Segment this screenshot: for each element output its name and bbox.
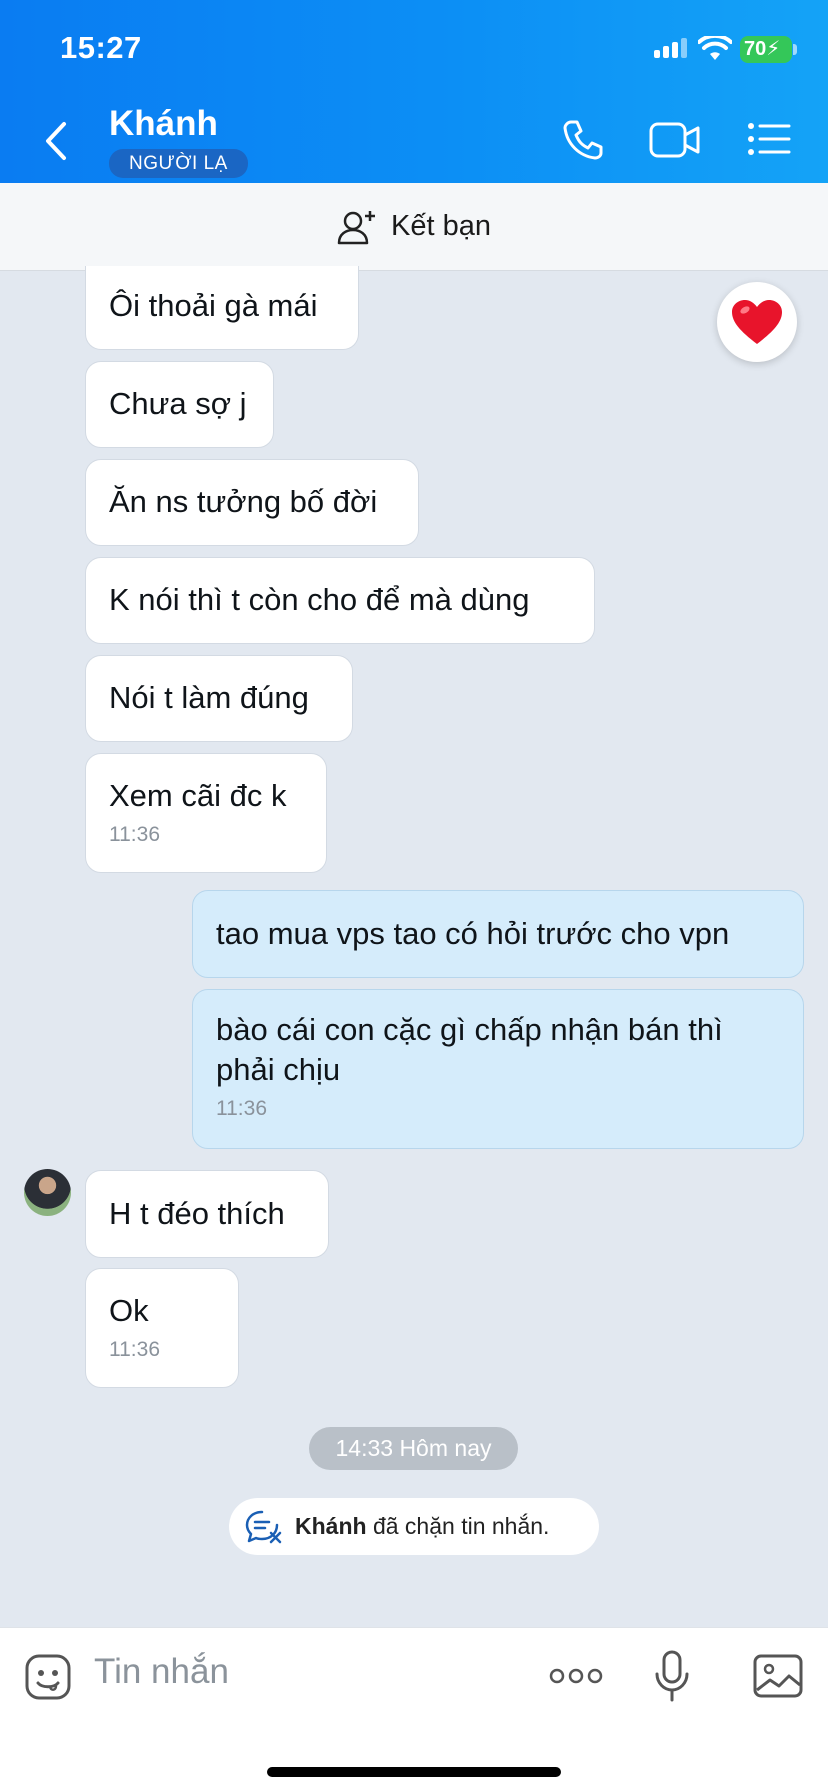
stranger-badge: NGƯỜI LẠ [109,149,248,178]
battery-indicator: 70⚡ [740,36,792,63]
message-bubble-received[interactable]: K nói thì t còn cho để mà dùng [85,557,595,644]
status-time: 15:27 [60,30,142,65]
notice-name: Khánh [295,1513,367,1539]
chevron-left-icon[interactable] [36,116,76,166]
blocked-message-icon [245,1510,282,1543]
message-bubble-received[interactable]: Xem cãi đc k 11:36 [85,753,327,873]
message-text: Ăn ns tưởng bố đời [109,484,378,519]
message-text: K nói thì t còn cho để mà dùng [109,582,530,617]
message-time: 11:36 [109,1338,160,1361]
avatar[interactable] [24,1169,71,1216]
message-text: Nói t làm đúng [109,680,309,715]
battery-cap [793,44,797,55]
message-bubble-received[interactable]: H t đéo thích [85,1170,329,1258]
more-dots-icon[interactable] [549,1666,603,1686]
message-bubble-sent[interactable]: tao mua vps tao có hỏi trước cho vpn [192,890,804,978]
list-menu-icon[interactable] [747,122,791,156]
phone-icon[interactable] [561,118,605,162]
add-friend-label: Kết bạn [391,210,491,242]
message-text: Ôi thoải gà mái [109,288,318,323]
message-time: 11:36 [109,823,160,846]
message-text: Chưa sợ j [109,386,247,421]
date-separator: 14:33 Hôm nay [309,1427,518,1470]
sticker-icon[interactable] [24,1653,72,1701]
message-text: bào cái con cặc gì chấp nhận bán thì phả… [216,1012,723,1087]
notice-text: đã chặn tin nhắn. [372,1513,550,1539]
message-time: 11:36 [216,1097,267,1120]
message-bubble-received[interactable]: Nói t làm đúng [85,655,353,742]
message-input[interactable]: Tin nhắn [94,1652,229,1692]
wifi-icon [698,36,732,60]
message-text: tao mua vps tao có hỏi trước cho vpn [216,916,730,951]
image-icon[interactable] [753,1654,803,1698]
video-camera-icon[interactable] [649,122,701,158]
message-text: Xem cãi đc k [109,778,287,813]
reaction-button[interactable] [717,282,797,362]
message-text: H t đéo thích [109,1196,285,1231]
message-bubble-received[interactable]: Ôi thoải gà mái [85,266,359,350]
add-person-icon [337,210,375,244]
contact-name[interactable]: Khánh [109,104,218,144]
message-bubble-received[interactable]: Chưa sợ j [85,361,274,448]
message-text: Ok [109,1293,149,1328]
heart-icon [732,300,782,344]
system-notice: Khánh đã chặn tin nhắn. [229,1498,599,1555]
microphone-icon[interactable] [654,1650,690,1702]
message-composer: Tin nhắn [0,1627,828,1792]
home-indicator [267,1767,561,1777]
chat-header: 15:27 70⚡ Khánh NGƯỜI LẠ [0,0,828,183]
message-bubble-received[interactable]: Ok 11:36 [85,1268,239,1388]
message-bubble-received[interactable]: Ăn ns tưởng bố đời [85,459,419,546]
add-friend-button[interactable]: Kết bạn [0,183,828,271]
message-bubble-sent[interactable]: bào cái con cặc gì chấp nhận bán thì phả… [192,989,804,1149]
cellular-signal-icon [654,38,687,58]
